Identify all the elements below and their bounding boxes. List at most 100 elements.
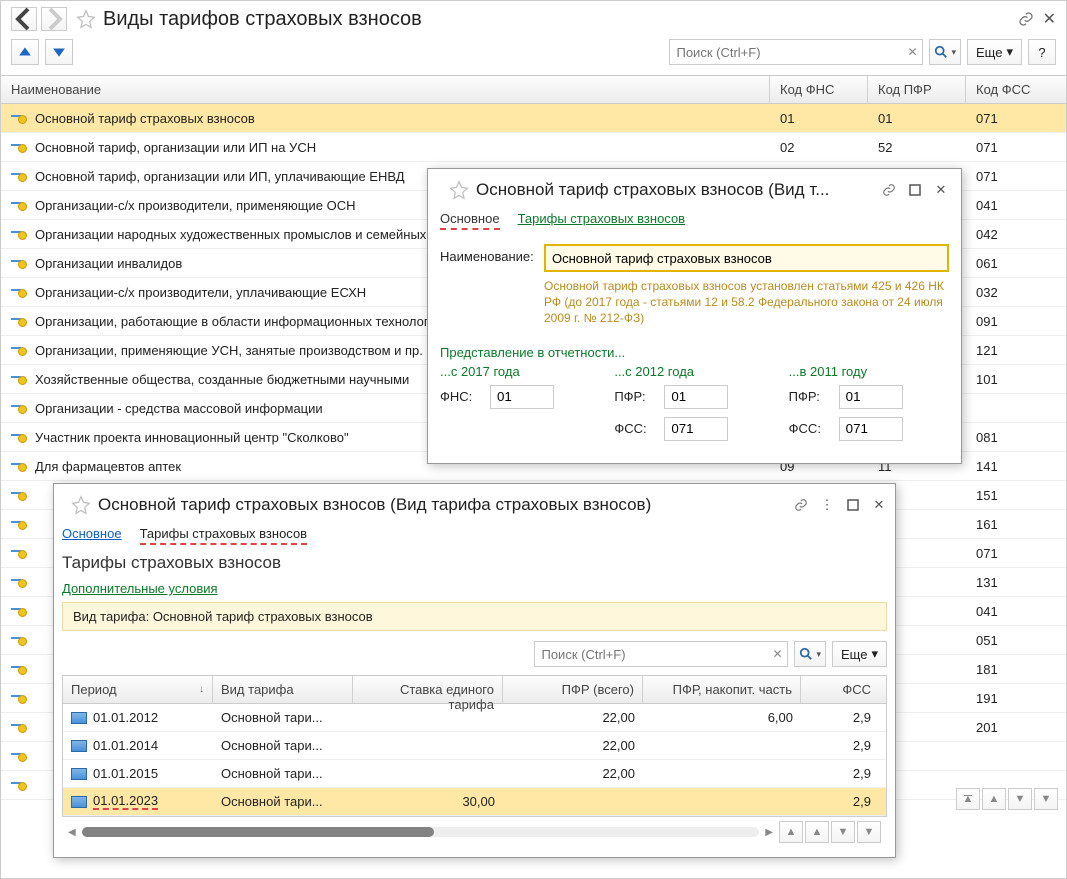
search-clear-icon[interactable]: ✕ [767, 647, 787, 661]
fns-input[interactable] [490, 385, 554, 409]
col-period[interactable]: Период↓ [63, 676, 213, 703]
inner-search-dropdown[interactable]: ▾ [794, 641, 826, 667]
row-fss: 071 [966, 104, 1066, 132]
search-input[interactable] [670, 40, 902, 64]
row-pfr: 52 [868, 133, 966, 161]
tab-main[interactable]: Основное [62, 526, 122, 545]
col-fss[interactable]: ФСС [801, 676, 879, 703]
rates-subtitle: Тарифы страховых взносов [62, 553, 887, 573]
row-name: Для фармацевтов аптек [35, 459, 181, 474]
row-fss: 151 [966, 481, 1066, 509]
hscrollbar[interactable] [82, 827, 760, 837]
col-pfr-total[interactable]: ПФР (всего) [503, 676, 643, 703]
rate-row[interactable]: 01.01.2012Основной тари...22,006,002,9 [63, 704, 886, 732]
col-unified[interactable]: Ставка единого тарифа [353, 676, 503, 703]
hscroll-left[interactable]: ◀ [68, 827, 76, 838]
inner-more-button[interactable]: Еще▾ [832, 641, 887, 667]
pfr-input[interactable] [664, 385, 728, 409]
favorite-star-icon[interactable] [70, 494, 92, 516]
row-name: Организации-с/х производители, уплачиваю… [35, 285, 366, 300]
link-icon[interactable] [1017, 10, 1035, 28]
link-icon[interactable] [793, 497, 809, 513]
move-down-button[interactable] [45, 39, 73, 65]
rep-col3-h: ...в 2011 году [789, 364, 949, 379]
maximize-icon[interactable] [907, 182, 923, 198]
row-name: Участник проекта инновационный центр "Ск… [35, 430, 349, 445]
row-name: Основной тариф страховых взносов [35, 111, 255, 126]
row-fss: 071 [966, 162, 1066, 190]
search-dropdown[interactable]: ▾ [929, 39, 961, 65]
grid-up[interactable]: ▲ [982, 788, 1006, 810]
rates-last[interactable]: ▼ [857, 821, 881, 843]
favorite-star-icon[interactable] [448, 179, 470, 201]
col-pfr-nak[interactable]: ПФР, накопит. часть [643, 676, 801, 703]
row-fss: 041 [966, 191, 1066, 219]
item-icon [11, 141, 27, 153]
grid-first[interactable]: ▲ [956, 788, 980, 810]
hscroll-right[interactable]: ▶ [765, 827, 773, 838]
filter-strip: Вид тарифа: Основной тариф страховых взн… [62, 602, 887, 631]
conditions-link[interactable]: Дополнительные условия [62, 581, 218, 596]
col-pfr[interactable]: Код ПФР [868, 76, 966, 103]
more-button[interactable]: Еще▾ [967, 39, 1022, 65]
rate-fss: 2,9 [801, 760, 879, 787]
favorite-star-icon[interactable] [75, 8, 97, 30]
dialog-title: Основной тариф страховых взносов (Вид та… [98, 495, 651, 515]
tab-rates[interactable]: Тарифы страховых взносов [518, 211, 686, 230]
col-vt[interactable]: Вид тарифа [213, 676, 353, 703]
row-fss: 071 [966, 133, 1066, 161]
kebab-icon[interactable]: ⋮ [819, 497, 835, 513]
col-fns[interactable]: Код ФНС [770, 76, 868, 103]
rate-row[interactable]: 01.01.2015Основной тари...22,002,9 [63, 760, 886, 788]
rate-unified [353, 760, 503, 787]
item-icon [11, 431, 27, 443]
name-input[interactable] [544, 244, 949, 272]
help-button[interactable]: ? [1028, 39, 1056, 65]
link-icon[interactable] [881, 182, 897, 198]
row-fss: 061 [966, 249, 1066, 277]
row-fns: 02 [770, 133, 868, 161]
row-name: Организации-с/х производители, применяющ… [35, 198, 356, 213]
rates-first[interactable]: ▲ [779, 821, 803, 843]
rates-up[interactable]: ▲ [805, 821, 829, 843]
item-icon [11, 518, 27, 530]
row-fss [966, 394, 1066, 422]
close-icon[interactable]: ✕ [871, 497, 887, 513]
search-input-wrapper: ✕ [669, 39, 923, 65]
note-text: Основной тариф страховых взносов установ… [544, 278, 949, 327]
inner-search-input[interactable] [535, 642, 767, 666]
rates-down[interactable]: ▼ [831, 821, 855, 843]
row-fss: 042 [966, 220, 1066, 248]
page-title: Виды тарифов страховых взносов [103, 8, 422, 31]
search-clear-icon[interactable]: ✕ [902, 45, 922, 59]
tab-rates[interactable]: Тарифы страховых взносов [140, 526, 308, 545]
grid-down[interactable]: ▼ [1008, 788, 1032, 810]
pfr-2011-input[interactable] [839, 385, 903, 409]
close-icon[interactable]: ✕ [1043, 9, 1056, 29]
row-fss: 071 [966, 539, 1066, 567]
maximize-icon[interactable] [845, 497, 861, 513]
row-fss: 141 [966, 452, 1066, 480]
grid-last[interactable]: ▼ [1034, 788, 1058, 810]
nav-forward[interactable] [41, 7, 67, 31]
col-name[interactable]: Наименование [1, 76, 770, 103]
tab-main[interactable]: Основное [440, 211, 500, 230]
item-icon [11, 779, 27, 791]
rate-row[interactable]: 01.01.2023Основной тари...30,002,9 [63, 788, 886, 816]
rate-fss: 2,9 [801, 732, 879, 759]
col-fss[interactable]: Код ФСС [966, 76, 1066, 103]
row-name: Основной тариф, организации или ИП, упла… [35, 169, 405, 184]
row-fns: 01 [770, 104, 868, 132]
rate-fss: 2,9 [801, 704, 879, 731]
rate-row[interactable]: 01.01.2014Основной тари...22,002,9 [63, 732, 886, 760]
nav-back[interactable] [11, 7, 37, 31]
table-row[interactable]: Основной тариф, организации или ИП на УС… [1, 133, 1066, 162]
record-icon [71, 712, 87, 724]
fss-2011-input[interactable] [839, 417, 903, 441]
close-icon[interactable]: ✕ [933, 182, 949, 198]
move-up-button[interactable] [11, 39, 39, 65]
fss-input[interactable] [664, 417, 728, 441]
rate-unified: 30,00 [353, 788, 503, 815]
table-row[interactable]: Основной тариф страховых взносов0101071 [1, 104, 1066, 133]
row-pfr: 01 [868, 104, 966, 132]
